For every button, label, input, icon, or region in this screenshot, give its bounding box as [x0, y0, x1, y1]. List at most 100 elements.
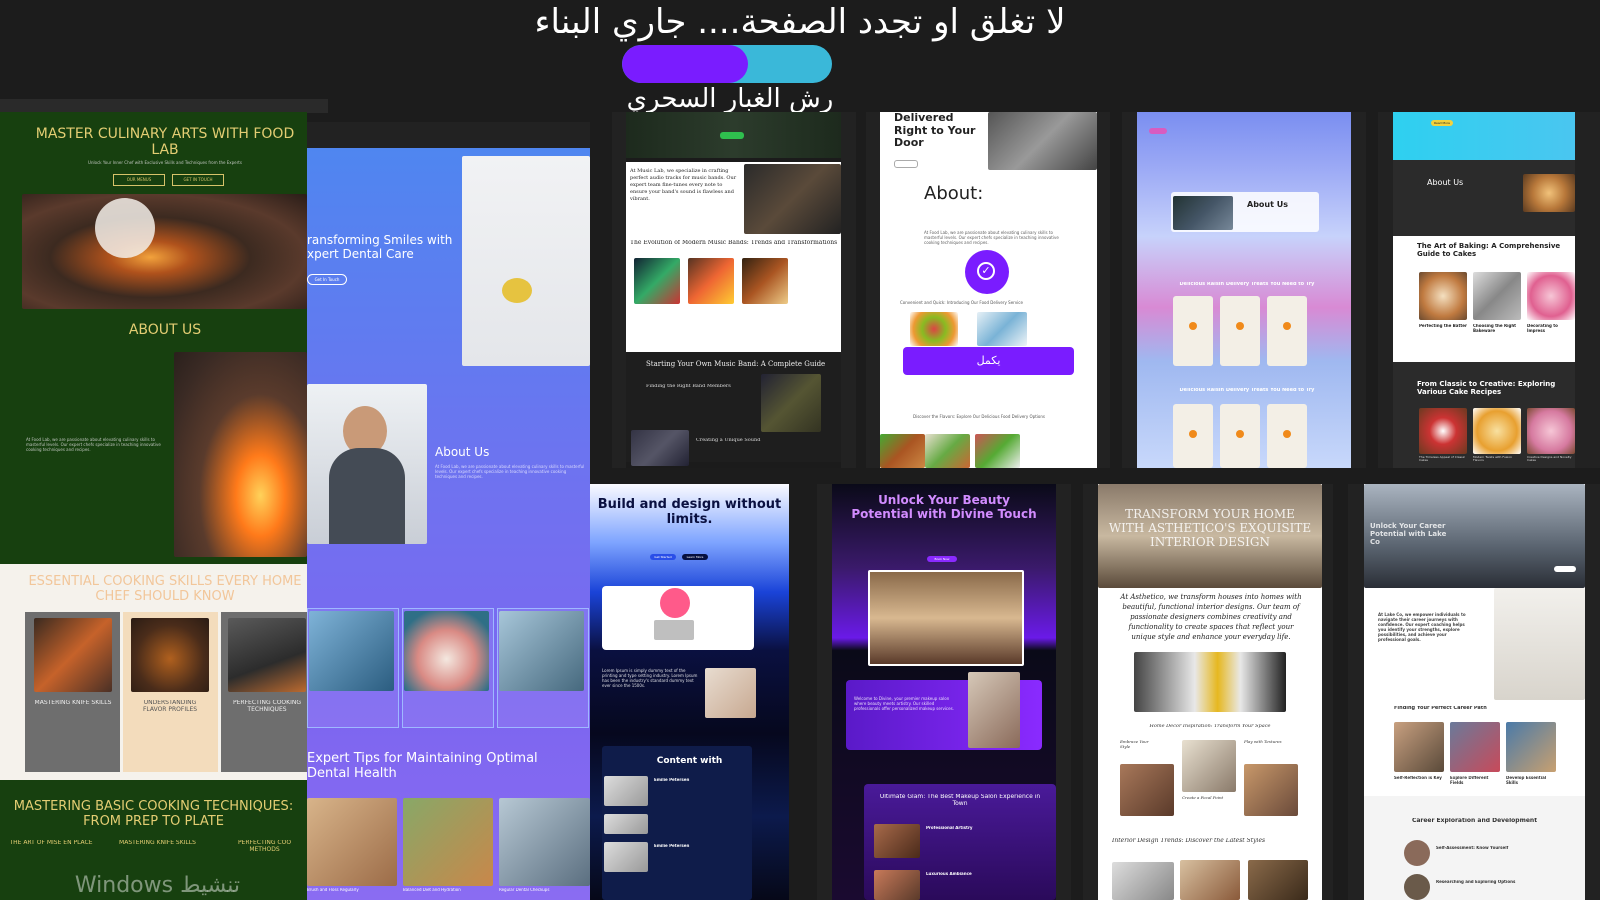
interior-inspo-label-3: Play with Textures: [1244, 740, 1282, 744]
basic-label-1: THE ART OF MISE EN PLACE: [9, 840, 93, 846]
baking-template-card[interactable]: Read More About Us The Art of Baking: A …: [1393, 112, 1575, 468]
build-progress-fill: [622, 45, 748, 83]
culinary-about-text: At Food Lab, we are passionate about ele…: [26, 437, 161, 452]
music-sound-title: Creating a Unique Sound: [696, 438, 761, 443]
baking-classic-image-2: [1473, 408, 1521, 454]
delivery-about-text: At Food Lab, we are passionate about ele…: [924, 230, 1059, 245]
dental-about-title: About Us: [435, 446, 490, 459]
beauty-template-card[interactable]: Unlock Your Beauty Potential with Divine…: [832, 484, 1056, 900]
beauty-glam-item-2: Luxurious Ambiance: [926, 872, 972, 876]
interior-template-card[interactable]: TRANSFORM YOUR HOME WITH ASTHETICO'S EXQ…: [1098, 484, 1322, 900]
design-start-button[interactable]: Get Started: [650, 554, 676, 560]
raisin-card-1[interactable]: [1173, 296, 1213, 366]
baking-guide-label-1: Perfecting the Batter: [1419, 324, 1467, 328]
baking-classic-title: From Classic to Creative: Exploring Vari…: [1417, 380, 1556, 397]
culinary-template-card[interactable]: MASTER CULINARY ARTS WITH FOOD LAB Unloc…: [0, 112, 307, 900]
baking-guide-title: The Art of Baking: A Comprehensive Guide…: [1417, 242, 1561, 259]
music-band-image-1: [634, 258, 680, 304]
dental-tip-image-2: [403, 798, 493, 886]
laptop-icon: [654, 620, 694, 640]
baking-hero: [1393, 112, 1575, 160]
baking-classic-label-2: Modern Twists with Fusion Flavors: [1473, 456, 1513, 463]
design-person-image: [705, 668, 756, 718]
baking-guide-image-3: [1527, 272, 1575, 320]
interior-inspo-image-3: [1244, 764, 1298, 816]
music-evolution-title: The Evolution of Modern Music Bands: Tre…: [630, 240, 838, 246]
music-intro-text: At Music Lab, we specialize in crafting …: [630, 168, 737, 202]
dental-tip-image-1: [307, 798, 397, 886]
raisin-card-2[interactable]: [1220, 296, 1260, 366]
knife-skills-image: [34, 618, 112, 692]
interior-inspo-title: Home Decor Inspiration: Transform Your S…: [1149, 724, 1271, 729]
raisin-treat-icon: [1283, 322, 1291, 330]
food-bowl-image: [910, 312, 958, 346]
career-hero-button[interactable]: [1554, 566, 1576, 572]
interior-hero-title: TRANSFORM YOUR HOME WITH ASTHETICO'S EXQ…: [1108, 508, 1312, 549]
beauty-cta-button[interactable]: Book Now: [927, 556, 957, 562]
skill-label-2: UNDERSTANDING FLAVOR PROFILES: [142, 700, 198, 713]
baking-classic-image-3: [1527, 408, 1575, 454]
career-dev-title: Career Exploration and Development: [1411, 818, 1538, 824]
delivery-template-card[interactable]: Delivered Right to Your Door About: At F…: [880, 112, 1097, 468]
dental-template-card[interactable]: ransforming Smiles with xpert Dental Car…: [307, 148, 590, 900]
career-path-label-2: Explore Different Fields: [1450, 776, 1489, 785]
designer-avatar: [660, 588, 690, 618]
beauty-glam-item-1: Professional Artistry: [926, 826, 973, 830]
delivery-food-image-3: [975, 434, 1020, 468]
baking-classic-image-1: [1419, 408, 1467, 454]
career-template-card[interactable]: Unlock Your Career Potential with Lake C…: [1364, 484, 1585, 900]
baking-hero-button[interactable]: Read More: [1431, 120, 1453, 126]
raisin-section-title-1: Delicious Raisin Delivery Treats You Nee…: [1179, 282, 1315, 287]
design-content-title: Content with: [656, 756, 723, 766]
culinary-skills-title: ESSENTIAL COOKING SKILLS EVERY HOME CHEF…: [28, 575, 302, 604]
career-dev-item-2: Researching and Exploring Options: [1436, 880, 1516, 884]
interior-room-image: [1134, 652, 1286, 712]
baking-classic-label-3: Creative Designs and Novelty Cakes: [1527, 456, 1572, 463]
dental-service-image-2: [404, 611, 489, 691]
baking-classic-label-1: The Timeless Appeal of Classic Cakes: [1419, 456, 1466, 463]
culinary-contact-button[interactable]: GET IN TOUCH: [172, 174, 224, 186]
basic-label-2: MASTERING KNIFE SKILLS: [119, 840, 196, 846]
music-members-image: [761, 374, 821, 432]
dental-contact-button[interactable]: Get In Touch: [307, 274, 347, 285]
design-lorem-text: Lorem Ipsum is simply dummy text of the …: [602, 668, 698, 688]
design-content-author-3: Emilie Petersen: [654, 844, 690, 848]
beauty-salon-image: [868, 570, 1024, 666]
raisin-card-3[interactable]: [1267, 296, 1307, 366]
design-learn-button[interactable]: Learn More: [682, 554, 708, 560]
baking-guide-label-2: Choosing the Right Bakeware: [1473, 324, 1517, 333]
music-template-card[interactable]: At Music Lab, we specialize in crafting …: [626, 112, 841, 468]
delivery-hero-image: [988, 112, 1097, 170]
techniques-image: [228, 618, 306, 692]
delivery-hero-title: Delivered Right to Your Door: [894, 112, 976, 150]
build-progress-bar: [622, 45, 832, 83]
windows-activation-watermark: تنشيط Windows: [74, 873, 240, 898]
dentist-body: [329, 448, 405, 544]
dental-hero-image: [462, 156, 590, 366]
interior-trend-image-2: [1180, 860, 1240, 900]
continue-button[interactable]: يكمل: [903, 347, 1074, 375]
dental-tip-caption-3: Regular Dental Checkups: [499, 888, 550, 892]
music-members-title: Finding the Right Band Members: [646, 384, 731, 389]
career-dev-avatar-2: [1404, 874, 1430, 900]
career-path-label-1: Self-Reflection is Key: [1394, 776, 1442, 780]
baking-guide-image-2: [1473, 272, 1521, 320]
culinary-hero-subtitle: Unlock Your Inner Chef with Exclusive Sk…: [88, 160, 242, 165]
interior-inspo-image-1: [1120, 764, 1174, 816]
interior-inspo-image-2: [1182, 740, 1236, 792]
career-path-image-2: [1450, 722, 1500, 772]
culinary-menus-button[interactable]: OUR MENUS: [113, 174, 165, 186]
music-start-title: Starting Your Own Music Band: A Complete…: [646, 360, 826, 368]
music-studio-image: [744, 164, 841, 234]
raisin-treat-icon: [1189, 322, 1197, 330]
delivery-food-image-1: [880, 434, 925, 468]
beauty-hero-title: Unlock Your Beauty Potential with Divine…: [851, 494, 1037, 521]
interior-intro-text: At Asthetico, we transform houses into h…: [1120, 593, 1302, 641]
raisin-template-card[interactable]: About Us Delicious Raisin Delivery Treat…: [1137, 112, 1351, 468]
music-hero-button[interactable]: [720, 132, 744, 139]
career-hero-title: Unlock Your Career Potential with Lake C…: [1370, 522, 1447, 547]
design-template-card[interactable]: Build and design without limits. Get Sta…: [590, 484, 789, 900]
delivery-hero-button[interactable]: [894, 160, 918, 168]
baking-guide-image-1: [1419, 272, 1467, 320]
skill-label-1: MASTERING KNIFE SKILLS: [34, 700, 112, 706]
